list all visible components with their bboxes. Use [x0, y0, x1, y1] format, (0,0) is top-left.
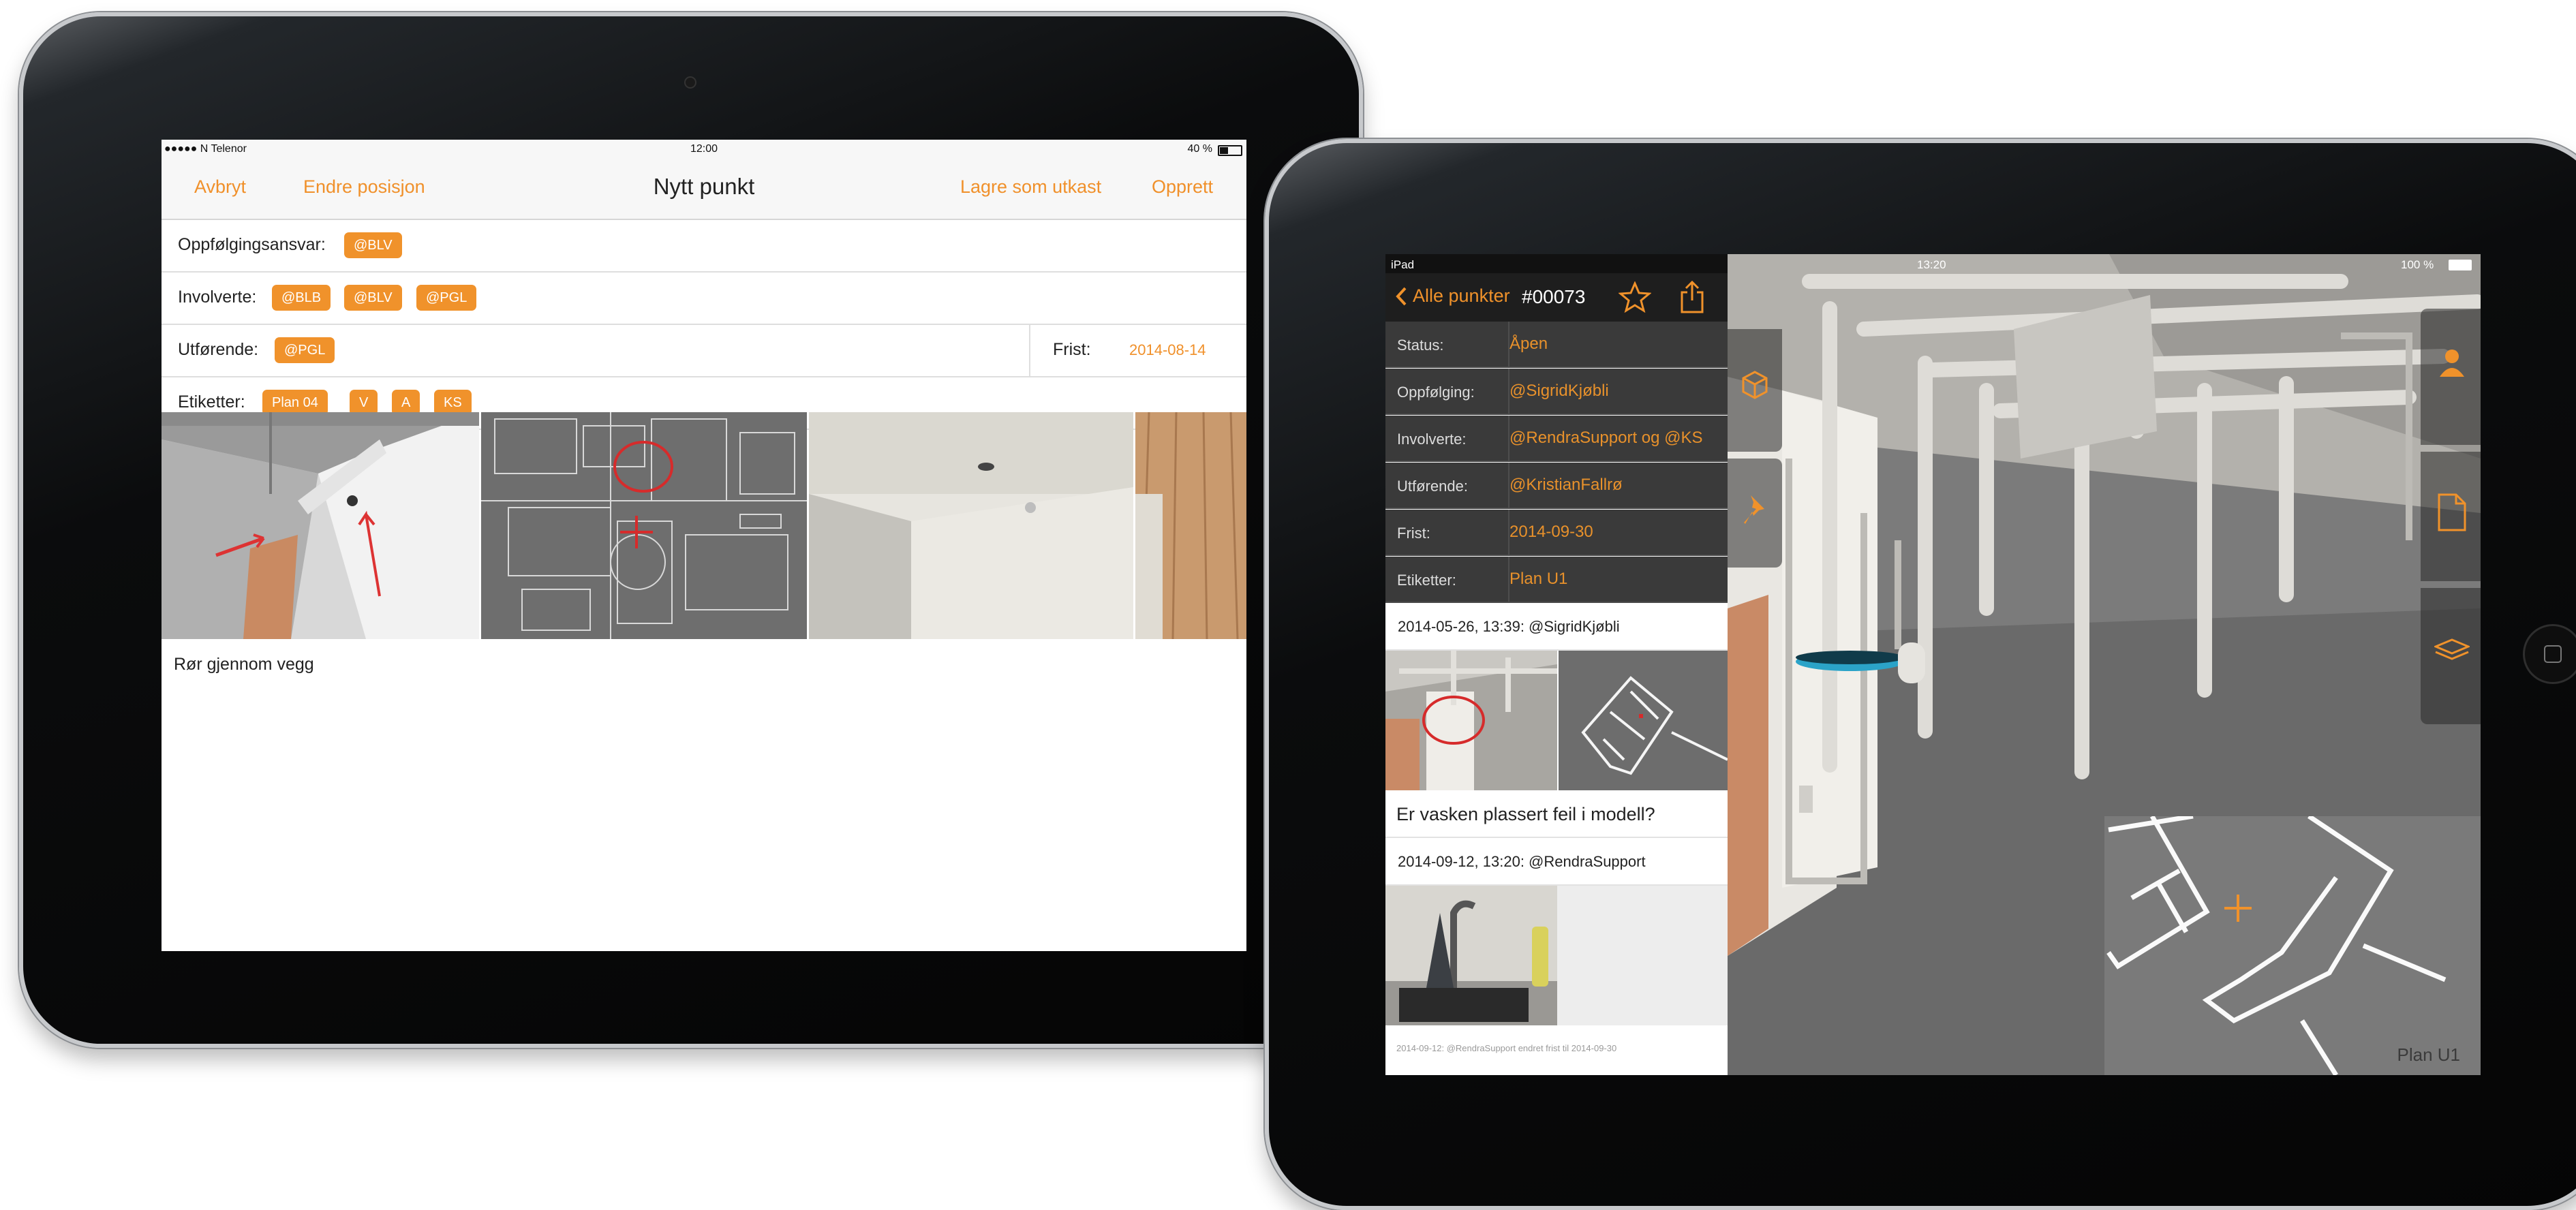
field-value: Plan U1 [1509, 570, 1568, 588]
involved-row[interactable]: Involverte: @BLB @BLV @PGL [162, 273, 1246, 325]
nav-bar: Nytt punkt Avbryt Endre posisjon Lagre s… [162, 159, 1246, 220]
field-row[interactable]: Oppfølging: @SigridKjøbli [1385, 369, 1728, 415]
share-icon[interactable] [1678, 280, 1706, 314]
battery-label: 40 % [1187, 143, 1212, 155]
layers-tool[interactable] [2421, 588, 2481, 724]
device-label: iPad [1391, 258, 1415, 271]
save-draft-button[interactable]: Lagre som utkast [960, 176, 1101, 198]
comment-images[interactable] [1385, 651, 1728, 790]
field-row[interactable]: Utførende: @KristianFallrø [1385, 463, 1728, 509]
pin-tool[interactable] [1728, 459, 1782, 568]
field-row[interactable]: Frist: 2014-09-30 [1385, 510, 1728, 556]
tag-followup[interactable]: @BLV [344, 232, 402, 258]
back-label: Alle punkter [1413, 285, 1510, 306]
minimap[interactable]: Plan U1 [2104, 813, 2481, 1075]
change-log: 2014-09-12: @RendraSupport endret frist … [1385, 1025, 1728, 1075]
photo-3d-corridor[interactable] [162, 412, 479, 639]
tag-performer[interactable]: @PGL [275, 337, 335, 363]
document-tool[interactable] [2421, 452, 2481, 581]
battery-icon [2449, 260, 2472, 270]
change-position-button[interactable]: Endre posisjon [303, 176, 425, 198]
photo-room-corner[interactable] [809, 412, 1133, 639]
layers-icon [2434, 638, 2470, 660]
new-point-screen: ●●●●● N Telenor 12:00 40 % Nytt punkt Av… [162, 140, 1246, 951]
status-bar: ●●●●● N Telenor 12:00 40 % [162, 140, 1246, 159]
battery-icon [1218, 145, 1242, 156]
field-value: @KristianFallrø [1509, 476, 1623, 494]
field-value: Åpen [1509, 335, 1548, 353]
panel-header: iPad Alle punkter #00073 [1385, 254, 1728, 322]
comment-header: 2014-09-12, 13:20: @RendraSupport [1385, 838, 1728, 886]
person-icon [2440, 350, 2464, 377]
comment-images[interactable] [1385, 886, 1728, 1025]
cancel-button[interactable]: Avbryt [194, 176, 246, 198]
clock-label: 13:20 [1917, 258, 1946, 271]
point-detail-screen: iPad 13:20 100 % [1385, 254, 2481, 1075]
field-key: Etiketter: [1397, 572, 1456, 589]
star-icon[interactable] [1619, 281, 1651, 313]
field-key: Status: [1397, 337, 1444, 354]
comment-text: Er vasken plassert feil i modell? [1385, 790, 1728, 838]
field-value: @RendraSupport og @KS [1509, 429, 1703, 447]
ipad-new-point: ●●●●● N Telenor 12:00 40 % Nytt punkt Av… [19, 12, 1363, 1048]
deadline-value[interactable]: 2014-08-14 [1129, 341, 1206, 359]
tag-involved[interactable]: @BLV [344, 285, 402, 311]
photo-wood-floor[interactable] [1135, 412, 1246, 639]
performer-label: Utførende: [178, 340, 259, 359]
field-key: Involverte: [1397, 431, 1467, 448]
followup-row[interactable]: Oppfølgingsansvar: @BLV [162, 220, 1246, 273]
divider [1029, 325, 1030, 376]
photo-strip [162, 412, 1246, 639]
cube-icon [1742, 371, 1768, 399]
performer-row[interactable]: Utførende: @PGL Frist: 2014-08-14 [162, 325, 1246, 377]
create-button[interactable]: Opprett [1152, 176, 1213, 198]
field-value: 2014-09-30 [1509, 523, 1593, 541]
comment-header: 2014-05-26, 13:39: @SigridKjøbli [1385, 604, 1728, 651]
involved-label: Involverte: [178, 288, 257, 307]
tag-involved[interactable]: @PGL [416, 285, 477, 311]
field-row[interactable]: Etiketter: Plan U1 [1385, 557, 1728, 603]
photo-floorplan[interactable] [481, 412, 807, 639]
chevron-left-icon [1396, 287, 1407, 305]
tag-involved[interactable]: @BLB [272, 285, 331, 311]
field-key: Oppfølging: [1397, 384, 1475, 401]
point-id: #00073 [1522, 286, 1586, 307]
clock-label: 12:00 [690, 143, 718, 155]
followup-label: Oppfølgingsansvar: [178, 235, 326, 254]
field-key: Utførende: [1397, 478, 1468, 495]
field-row[interactable]: Status: Åpen [1385, 322, 1728, 368]
field-row[interactable]: Involverte: @RendraSupport og @KS [1385, 416, 1728, 462]
cube-tool[interactable] [1728, 329, 1782, 452]
back-button[interactable]: Alle punkter [1395, 285, 1510, 307]
minimap-label: Plan U1 [2397, 1044, 2461, 1065]
field-key: Frist: [1397, 525, 1430, 542]
panel-status-strip [1385, 254, 1728, 273]
person-tool[interactable] [2421, 309, 2481, 445]
deadline-label: Frist: [1053, 340, 1091, 359]
home-button-icon[interactable] [2523, 624, 2576, 684]
pin-icon [1744, 495, 1764, 524]
point-detail-panel: iPad Alle punkter #00073 Status: Åpen Opp… [1385, 254, 1728, 1075]
battery-label: 100 % [2401, 258, 2434, 271]
field-value: @SigridKjøbli [1509, 382, 1609, 400]
document-icon [2438, 493, 2466, 531]
labels-label: Etiketter: [178, 392, 245, 412]
camera-icon [684, 76, 696, 89]
description-text[interactable]: Rør gjennom vegg [174, 655, 314, 674]
ipad-point-detail: iPad 13:20 100 % [1265, 139, 2576, 1210]
